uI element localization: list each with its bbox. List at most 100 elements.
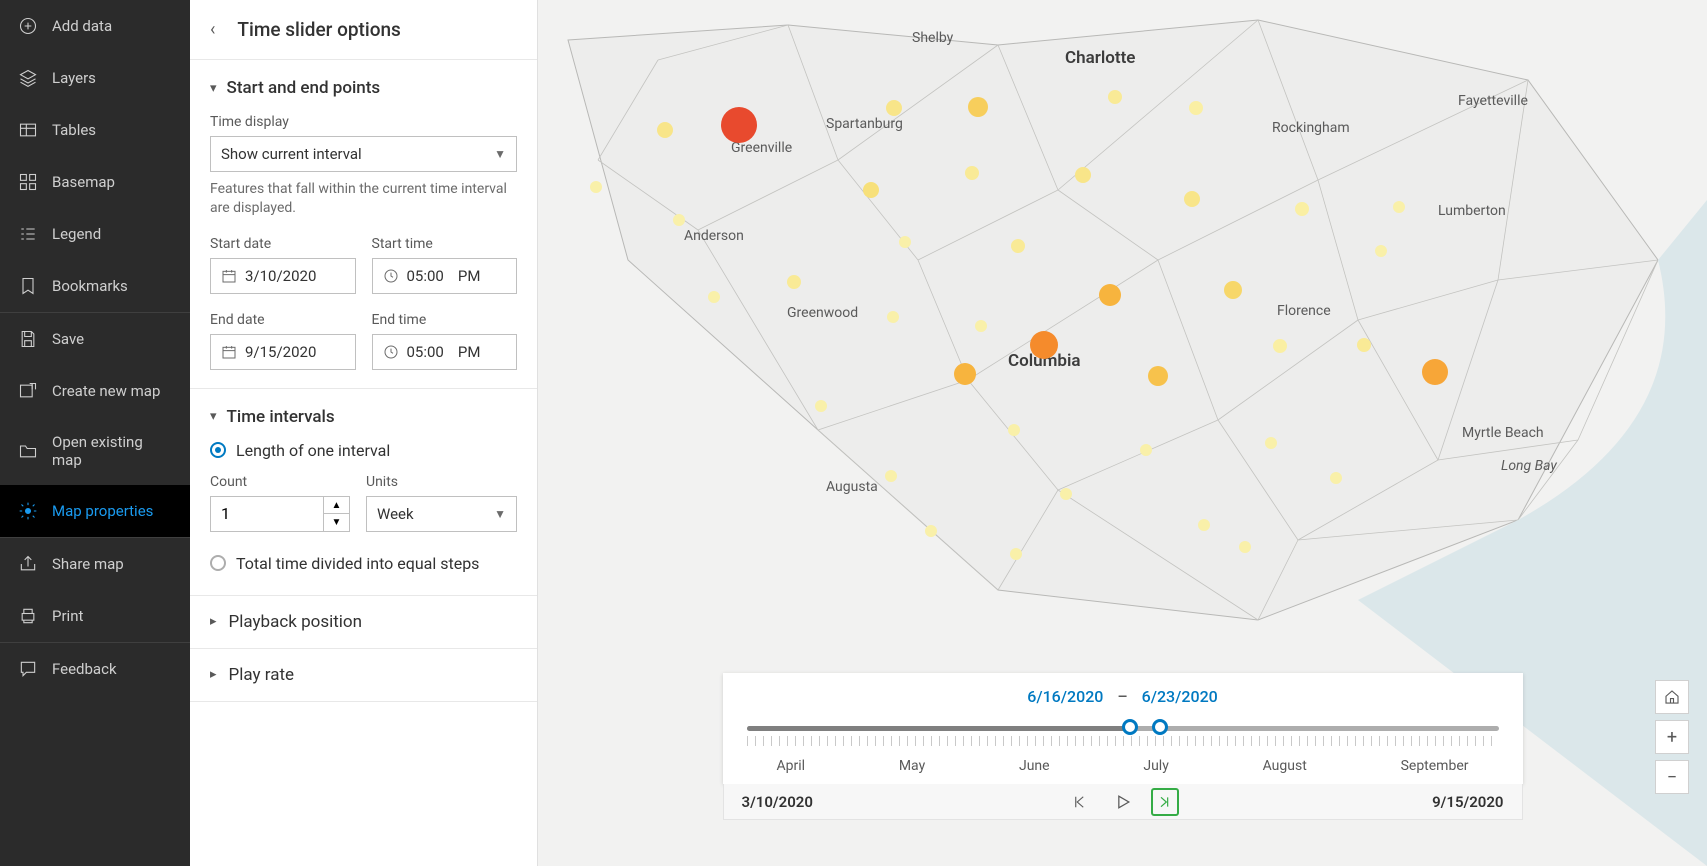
data-point[interactable] — [1357, 338, 1371, 352]
data-point[interactable] — [1008, 424, 1020, 436]
home-extent-button[interactable] — [1655, 680, 1689, 714]
data-point[interactable] — [1099, 284, 1121, 306]
data-point[interactable] — [1140, 444, 1152, 456]
data-point[interactable] — [954, 363, 976, 385]
bookmark-icon — [18, 276, 38, 296]
data-point[interactable] — [886, 100, 902, 116]
data-point[interactable] — [708, 291, 720, 303]
start-time-input[interactable]: 05:00 PM — [372, 258, 518, 294]
count-input[interactable]: 1 — [210, 496, 324, 532]
data-point[interactable] — [925, 525, 937, 537]
time-display-helper: Features that fall within the current ti… — [210, 180, 517, 218]
data-point[interactable] — [1148, 366, 1168, 386]
sidebar-item-bookmarks[interactable]: Bookmarks — [0, 260, 190, 312]
data-point[interactable] — [899, 236, 911, 248]
sidebar-label: Bookmarks — [52, 277, 128, 295]
sidebar-item-legend[interactable]: Legend — [0, 208, 190, 260]
data-point[interactable] — [1265, 437, 1277, 449]
data-point[interactable] — [673, 214, 685, 226]
chevron-right-icon: ▸ — [210, 614, 217, 629]
count-step-up[interactable]: ▲ — [324, 496, 350, 515]
time-slider-options-panel: ‹ Time slider options ▾ Start and end po… — [190, 0, 538, 866]
sidebar-item-map-properties[interactable]: Map properties — [0, 485, 190, 537]
caret-down-icon: ▼ — [494, 147, 506, 161]
data-point[interactable] — [968, 97, 988, 117]
data-point[interactable] — [887, 311, 899, 323]
chevron-down-icon: ▾ — [210, 409, 217, 424]
data-point[interactable] — [1060, 488, 1072, 500]
sidebar-item-create-map[interactable]: Create new map — [0, 365, 190, 417]
step-back-button[interactable] — [1067, 788, 1095, 816]
play-button[interactable] — [1109, 788, 1137, 816]
time-handle-start[interactable] — [1122, 719, 1138, 735]
section-title: Time intervals — [227, 407, 335, 427]
data-point[interactable] — [1198, 519, 1210, 531]
sidebar-label: Print — [52, 607, 83, 625]
map-canvas[interactable]: ShelbyCharlotteFayettevilleSpartanburgRo… — [538, 0, 1707, 866]
section-toggle-intervals[interactable]: ▾ Time intervals — [210, 403, 517, 437]
data-point[interactable] — [1375, 245, 1387, 257]
start-time-value: 05:00 — [407, 267, 444, 285]
radio-equal-steps[interactable]: Total time divided into equal steps — [210, 550, 517, 577]
time-track[interactable] — [747, 722, 1499, 752]
time-display-select[interactable]: Show current interval ▼ — [210, 136, 517, 172]
start-date-input[interactable]: 3/10/2020 — [210, 258, 356, 294]
data-point[interactable] — [1108, 90, 1122, 104]
data-point[interactable] — [1010, 548, 1022, 560]
data-point[interactable] — [657, 122, 673, 138]
sidebar-item-layers[interactable]: Layers — [0, 52, 190, 104]
data-point[interactable] — [1295, 202, 1309, 216]
calendar-icon — [221, 344, 237, 360]
end-date-input[interactable]: 9/15/2020 — [210, 334, 356, 370]
count-step-down[interactable]: ▼ — [324, 514, 350, 532]
sidebar-item-open-map[interactable]: Open existing map — [0, 417, 190, 485]
sidebar-item-print[interactable]: Print — [0, 590, 190, 642]
zoom-out-button[interactable]: − — [1655, 760, 1689, 794]
data-point[interactable] — [787, 275, 801, 289]
data-point[interactable] — [1273, 339, 1287, 353]
sidebar-item-tables[interactable]: Tables — [0, 104, 190, 156]
data-point[interactable] — [885, 470, 897, 482]
chevron-down-icon: ▾ — [210, 81, 217, 96]
sidebar-label: Share map — [52, 555, 124, 573]
units-label: Units — [366, 474, 517, 490]
layers-icon — [18, 68, 38, 88]
table-icon — [18, 120, 38, 140]
units-select[interactable]: Week ▼ — [366, 496, 517, 532]
sidebar-item-save[interactable]: Save — [0, 313, 190, 365]
sidebar-label: Feedback — [52, 660, 117, 678]
section-play-rate[interactable]: ▸ Play rate — [190, 649, 537, 702]
data-point[interactable] — [1189, 101, 1203, 115]
sidebar-item-add-data[interactable]: Add data — [0, 0, 190, 52]
sidebar-item-feedback[interactable]: Feedback — [0, 643, 190, 695]
zoom-in-button[interactable]: + — [1655, 720, 1689, 754]
section-playback-position[interactable]: ▸ Playback position — [190, 596, 537, 649]
radio-length-interval[interactable]: Length of one interval — [210, 437, 517, 464]
data-point[interactable] — [975, 320, 987, 332]
data-point[interactable] — [1075, 167, 1091, 183]
back-button[interactable]: ‹ — [210, 19, 215, 40]
end-date-label: End date — [210, 312, 356, 328]
data-point[interactable] — [1393, 201, 1405, 213]
data-point[interactable] — [1184, 191, 1200, 207]
data-point[interactable] — [1224, 281, 1242, 299]
data-point[interactable] — [1030, 331, 1058, 359]
time-handle-end[interactable] — [1152, 719, 1168, 735]
data-point[interactable] — [815, 400, 827, 412]
end-time-input[interactable]: 05:00 PM — [372, 334, 518, 370]
data-point[interactable] — [1422, 359, 1448, 385]
sidebar-item-basemap[interactable]: Basemap — [0, 156, 190, 208]
step-forward-button[interactable] — [1151, 788, 1179, 816]
data-point[interactable] — [1239, 541, 1251, 553]
end-time-value: 05:00 — [407, 343, 444, 361]
sidebar-item-share[interactable]: Share map — [0, 538, 190, 590]
month-label: May — [899, 758, 925, 774]
data-point[interactable] — [863, 182, 879, 198]
data-point[interactable] — [1011, 239, 1025, 253]
data-point[interactable] — [1330, 472, 1342, 484]
data-point[interactable] — [590, 181, 602, 193]
section-toggle-start-end[interactable]: ▾ Start and end points — [210, 74, 517, 108]
data-point[interactable] — [721, 107, 757, 143]
folder-icon — [18, 441, 38, 461]
data-point[interactable] — [965, 166, 979, 180]
